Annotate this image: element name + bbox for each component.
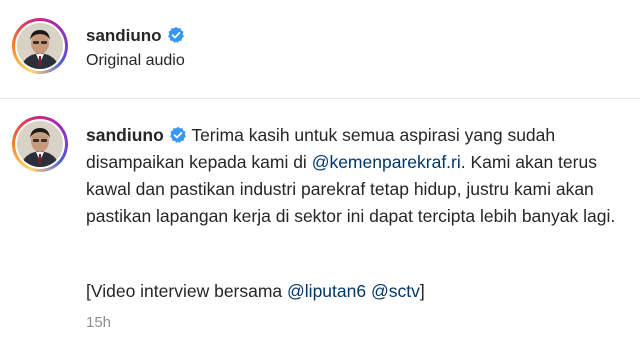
caption-text: sandiuno Terima kasih untuk semua aspira…: [86, 122, 631, 230]
verified-badge-icon: [167, 26, 185, 44]
avatar-photo: [17, 23, 63, 69]
audio-label[interactable]: Original audio: [86, 52, 185, 70]
caption-line-suffix: ]: [419, 281, 425, 301]
mention-link[interactable]: @sctv: [371, 281, 420, 301]
caption-username[interactable]: sandiuno: [86, 125, 164, 145]
mention-link[interactable]: @kemenparekraf.ri: [312, 152, 461, 172]
caption-line-video: [Video interview bersama @liputan6 @sctv…: [86, 278, 631, 305]
verified-badge-icon: [169, 125, 187, 143]
mention-link[interactable]: @liputan6: [287, 281, 366, 301]
avatar[interactable]: [12, 18, 68, 74]
header-username[interactable]: sandiuno: [86, 26, 162, 45]
post-timestamp[interactable]: 15h: [86, 314, 111, 331]
caption-avatar[interactable]: [12, 116, 68, 172]
caption-avatar-photo: [17, 121, 63, 167]
caption-line-prefix: [Video interview bersama: [86, 281, 288, 301]
header-username-row: sandiuno: [86, 26, 185, 46]
post-header: sandiuno Original audio: [0, 0, 640, 99]
